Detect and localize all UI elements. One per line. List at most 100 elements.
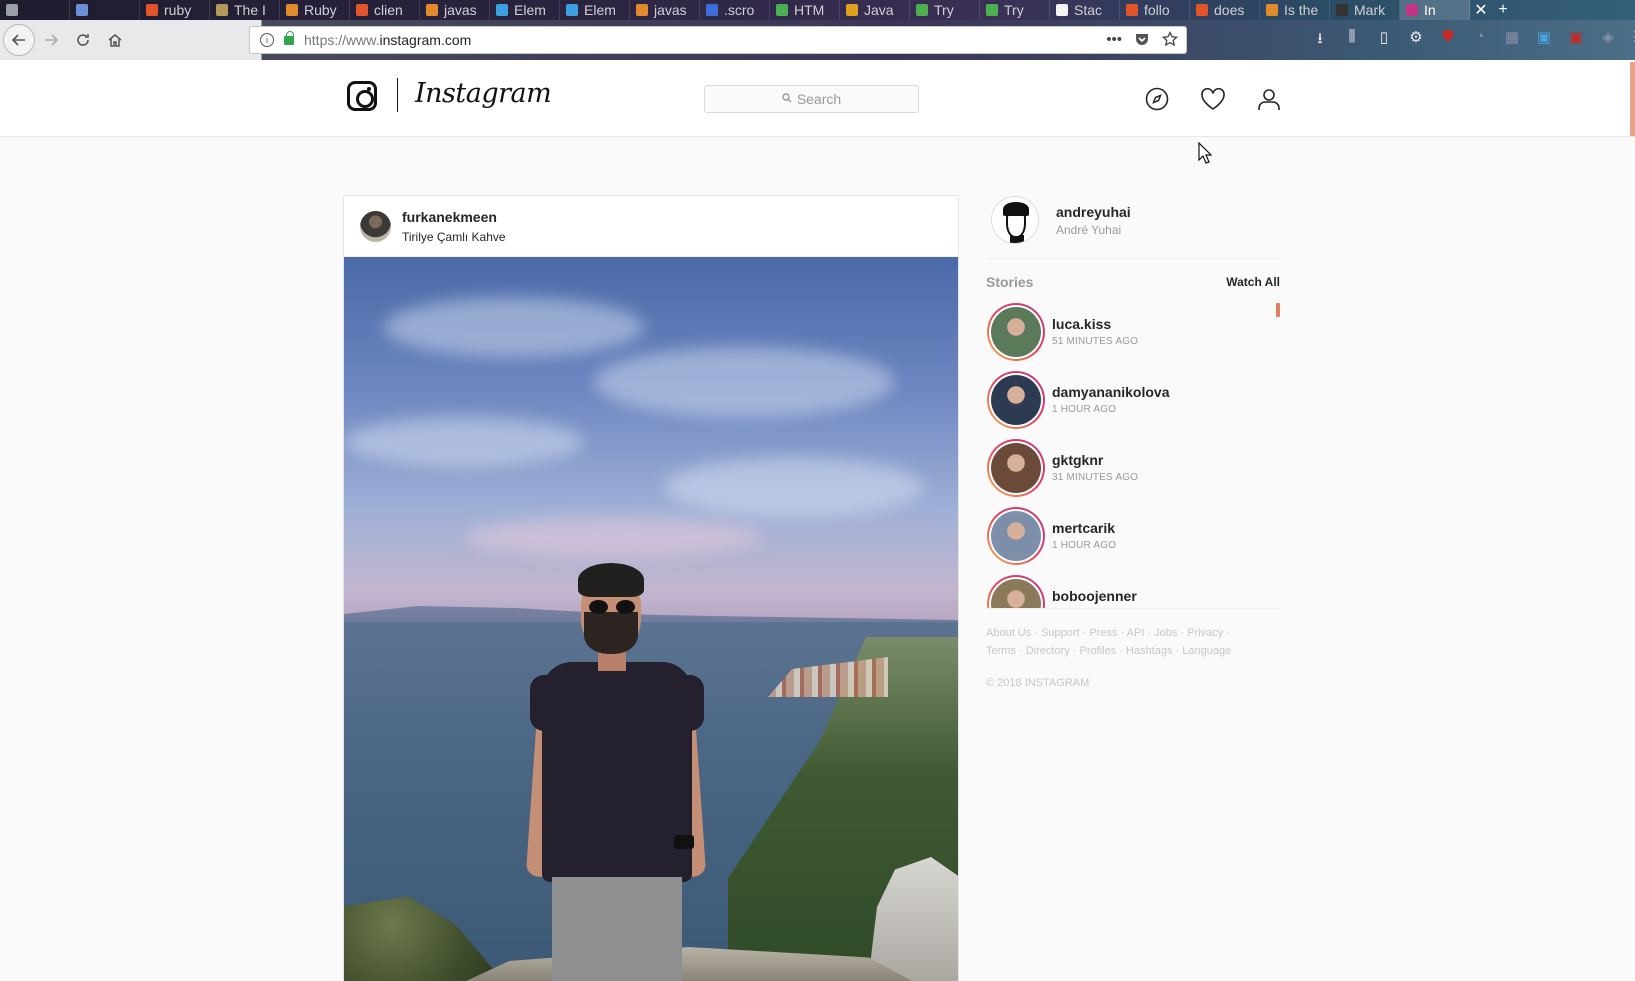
library-icon[interactable]: ⫼: [1342, 28, 1362, 48]
header-nav-icons: [1144, 86, 1282, 112]
download-icon[interactable]: ⭳: [1310, 28, 1330, 48]
stories-panel: Stories Watch All luca.kiss 51 MINUTES AG…: [986, 258, 1280, 609]
footer-link[interactable]: Terms: [986, 645, 1016, 657]
tab-label: HTM: [794, 2, 825, 18]
footer-link[interactable]: Profiles: [1080, 645, 1117, 657]
browser-tab[interactable]: Elem: [560, 0, 630, 20]
secure-lock-icon[interactable]: [284, 30, 294, 45]
close-tab-icon[interactable]: ✕: [1470, 0, 1492, 20]
page-actions-menu-icon[interactable]: •••: [1106, 31, 1122, 48]
instagram-camera-logo-icon[interactable]: [347, 81, 377, 111]
footer-link[interactable]: Privacy: [1187, 627, 1223, 639]
browser-tab[interactable]: HTM: [770, 0, 840, 20]
post-location[interactable]: Tirilye Çamlı Kahve: [402, 230, 506, 244]
story-ring[interactable]: [987, 303, 1045, 361]
extension-grid-icon[interactable]: ▦: [1502, 28, 1522, 48]
footer-link[interactable]: API: [1127, 627, 1145, 639]
browser-tab[interactable]: Java: [840, 0, 910, 20]
footer-link[interactable]: About Us: [986, 627, 1031, 639]
footer-link[interactable]: Language: [1182, 645, 1231, 657]
story-ring[interactable]: [987, 507, 1045, 565]
story-username[interactable]: gktgknr: [1052, 452, 1103, 468]
story-item[interactable]: boboojenner: [986, 573, 1280, 608]
footer-link[interactable]: Directory: [1026, 645, 1070, 657]
browser-tab[interactable]: .scro: [700, 0, 770, 20]
search-input[interactable]: Search: [704, 85, 919, 113]
heart-icon[interactable]: [1200, 86, 1226, 112]
photo-person-hair: [578, 563, 644, 597]
browser-tab[interactable]: [0, 0, 70, 20]
browser-tab[interactable]: In: [1400, 0, 1470, 20]
extension-icon[interactable]: ◔: [1470, 28, 1490, 48]
footer-link[interactable]: Support: [1041, 627, 1080, 639]
browser-tab[interactable]: follo: [1120, 0, 1190, 20]
story-ring[interactable]: [987, 575, 1045, 608]
story-username[interactable]: boboojenner: [1052, 588, 1137, 604]
bookmark-star-icon[interactable]: [1162, 31, 1178, 47]
story-username[interactable]: luca.kiss: [1052, 316, 1111, 332]
story-item[interactable]: luca.kiss 51 MINUTES AGO: [986, 301, 1280, 369]
pocket-icon[interactable]: [1134, 31, 1150, 47]
browser-tab[interactable]: [70, 0, 140, 20]
story-item[interactable]: damyananikolova 1 HOUR AGO: [986, 369, 1280, 437]
browser-tab[interactable]: ruby: [140, 0, 210, 20]
extension-gear-icon[interactable]: ⚙: [1406, 28, 1426, 48]
story-username[interactable]: damyananikolova: [1052, 384, 1170, 400]
watch-all-button[interactable]: Watch All: [1226, 275, 1280, 289]
story-ring[interactable]: [987, 439, 1045, 497]
story-timestamp: 51 MINUTES AGO: [1052, 336, 1139, 347]
photo-person-sleeve: [662, 675, 704, 731]
photo-person-sunglasses: [589, 600, 635, 614]
story-avatar: [991, 579, 1041, 608]
url-text[interactable]: https://www.instagram.com: [304, 32, 471, 48]
extension-alert-icon[interactable]: ▣: [1566, 28, 1586, 48]
browser-tab[interactable]: The I: [210, 0, 280, 20]
current-user-username[interactable]: andreyuhai: [1056, 204, 1131, 220]
story-item[interactable]: gktgknr 31 MINUTES AGO: [986, 437, 1280, 505]
tab-favicon-icon: [776, 4, 788, 16]
browser-tab[interactable]: javas: [420, 0, 490, 20]
back-button[interactable]: [3, 24, 35, 56]
footer-link[interactable]: Press: [1089, 627, 1117, 639]
post-photo[interactable]: [344, 257, 958, 981]
footer-link[interactable]: Jobs: [1154, 627, 1177, 639]
browser-tab[interactable]: Is the: [1260, 0, 1330, 20]
footer-separator: ·: [1031, 627, 1042, 639]
reload-button[interactable]: [67, 24, 99, 56]
browser-tab[interactable]: Elem: [490, 0, 560, 20]
forward-button[interactable]: [35, 24, 67, 56]
tab-favicon-icon: [566, 4, 578, 16]
browser-tab[interactable]: Try: [980, 0, 1050, 20]
url-bar[interactable]: i https://www.instagram.com •••: [249, 26, 1187, 54]
new-tab-button[interactable]: +: [1492, 1, 1514, 19]
post-author-avatar[interactable]: [360, 211, 391, 242]
sidebar-icon[interactable]: ▯: [1374, 28, 1394, 48]
post-author-username[interactable]: furkanekmeen: [402, 209, 497, 225]
story-item[interactable]: mertcarik 1 HOUR AGO: [986, 505, 1280, 573]
browser-tab[interactable]: javas: [630, 0, 700, 20]
site-info-icon[interactable]: i: [260, 33, 274, 47]
home-button[interactable]: [99, 24, 131, 56]
hamburger-menu-icon[interactable]: ☰: [1630, 28, 1635, 48]
profile-icon[interactable]: [1256, 86, 1282, 112]
footer-link[interactable]: Hashtags: [1126, 645, 1172, 657]
browser-tab[interactable]: Try: [910, 0, 980, 20]
tab-label: Elem: [584, 2, 616, 18]
story-ring[interactable]: [987, 371, 1045, 429]
current-user-avatar[interactable]: [991, 196, 1039, 244]
extension-shield-icon[interactable]: ◈: [1598, 28, 1618, 48]
page-scrollbar[interactable]: [1630, 62, 1635, 136]
ublock-icon[interactable]: ⛊: [1438, 28, 1458, 48]
browser-tab[interactable]: does: [1190, 0, 1260, 20]
browser-tab[interactable]: clien: [350, 0, 420, 20]
story-username[interactable]: mertcarik: [1052, 520, 1115, 536]
compass-icon[interactable]: [1144, 86, 1170, 112]
home-icon: [108, 34, 122, 47]
extension-badge-icon[interactable]: ▣: [1534, 28, 1554, 48]
instagram-wordmark[interactable]: Instagram: [415, 78, 552, 109]
browser-tab[interactable]: Stac: [1050, 0, 1120, 20]
browser-tab[interactable]: Mark: [1330, 0, 1400, 20]
browser-tab[interactable]: Ruby: [280, 0, 350, 20]
url-prefix: https://www.: [304, 32, 380, 48]
photo-cloud: [384, 297, 644, 357]
